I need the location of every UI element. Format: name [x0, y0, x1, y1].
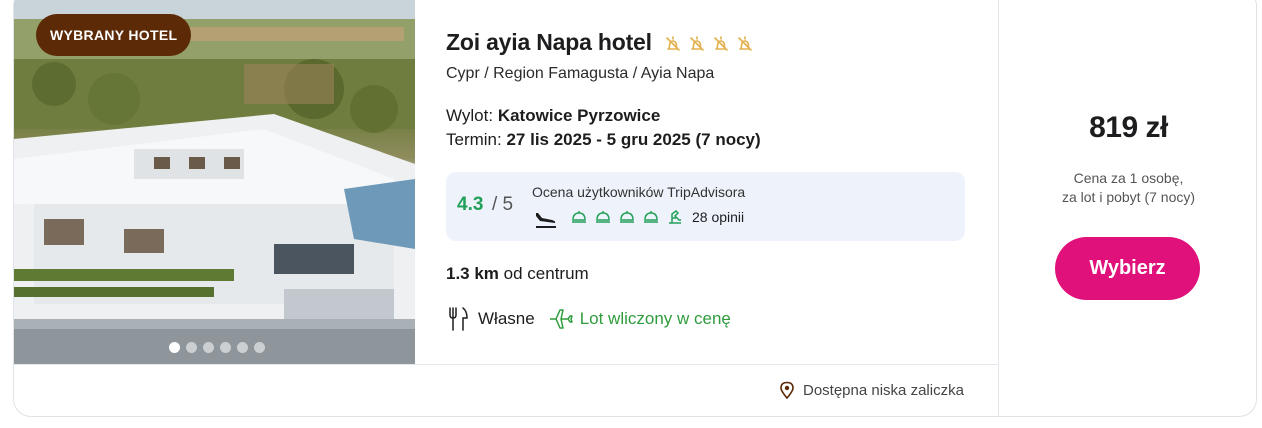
deposit-text: Dostępna niska zaliczka [803, 381, 964, 399]
plane-icon [549, 309, 573, 329]
price-note: Cena za 1 osobę, za lot i pobyt (7 nocy) [999, 169, 1256, 207]
star-icon [738, 35, 752, 51]
deposit-info: Dostępna niska zaliczka [779, 381, 964, 399]
carousel-dot[interactable] [203, 342, 214, 353]
plane-landing-icon [536, 213, 556, 228]
rating-max: / 5 [492, 194, 514, 215]
departure-value: Katowice Pyrzowice [497, 106, 661, 125]
carousel-dots [169, 342, 265, 353]
distance-to-center: 1.3 km od centrum [446, 264, 589, 284]
cloche-icon [644, 211, 658, 223]
cloche-icon [596, 211, 610, 223]
location-pin-icon [780, 381, 794, 399]
carousel-dot[interactable] [169, 342, 180, 353]
fork-knife-icon [449, 307, 468, 331]
price-amount: 819 zł [1089, 111, 1168, 144]
carousel-dot[interactable] [237, 342, 248, 353]
rating-score: 4.3 [457, 194, 484, 215]
cloche-half-icon [669, 210, 681, 224]
star-icon [666, 35, 680, 51]
rating-icons [570, 208, 684, 226]
selected-hotel-badge: WYBRANY HOTEL [36, 14, 192, 56]
hotel-info: Zoi ayia Napa hotel Cypr / Region Famagu… [446, 0, 998, 364]
hotel-stars [664, 35, 754, 53]
feature-row: Własne Lot wliczony w cenę [446, 306, 731, 332]
hotel-title-row: Zoi ayia Napa hotel [446, 29, 754, 56]
term-line: Termin: 27 lis 2025 - 5 gru 2025 (7 nocy… [446, 130, 761, 150]
departure-label: Wylot: [446, 106, 494, 125]
distance-value: 1.3 km [446, 264, 499, 283]
review-count[interactable]: 28 opinii [692, 209, 744, 225]
star-icon [714, 35, 728, 51]
hotel-offer-card[interactable]: WYBRANY HOTEL Zoi ayia Napa hotel Cypr /… [13, 0, 1257, 417]
carousel-dot[interactable] [254, 342, 265, 353]
price-note-line1: Cena za 1 osobę, [1073, 170, 1184, 186]
price-note-line2: za lot i pobyt (7 nocy) [1061, 189, 1196, 205]
term-label: Termin: [446, 130, 502, 149]
rating-label: Ocena użytkowników TripAdvisora [532, 184, 746, 200]
tripadvisor-rating[interactable]: 4.3 / 5 Ocena użytkowników TripAdvisora … [446, 172, 965, 241]
carousel-dot[interactable] [186, 342, 197, 353]
hotel-location: Cypr / Region Famagusta / Ayia Napa [446, 65, 715, 82]
divider-horizontal [14, 364, 998, 365]
departure-line: Wylot: Katowice Pyrzowice [446, 106, 660, 126]
star-icon [690, 35, 704, 51]
choose-button[interactable]: Wybierz [1055, 237, 1200, 300]
price-column: 819 zł Cena za 1 osobę, za lot i pobyt (… [999, 0, 1256, 416]
cloche-icon [620, 211, 634, 223]
distance-suffix: od centrum [503, 264, 589, 283]
carousel-dot[interactable] [220, 342, 231, 353]
hotel-photo-carousel[interactable]: WYBRANY HOTEL [14, 0, 415, 364]
board-type: Własne [478, 309, 535, 328]
hotel-name[interactable]: Zoi ayia Napa hotel [446, 29, 652, 56]
cloche-icon [572, 211, 586, 223]
term-value: 27 lis 2025 - 5 gru 2025 (7 nocy) [506, 130, 761, 149]
flight-included: Lot wliczony w cenę [579, 309, 731, 328]
